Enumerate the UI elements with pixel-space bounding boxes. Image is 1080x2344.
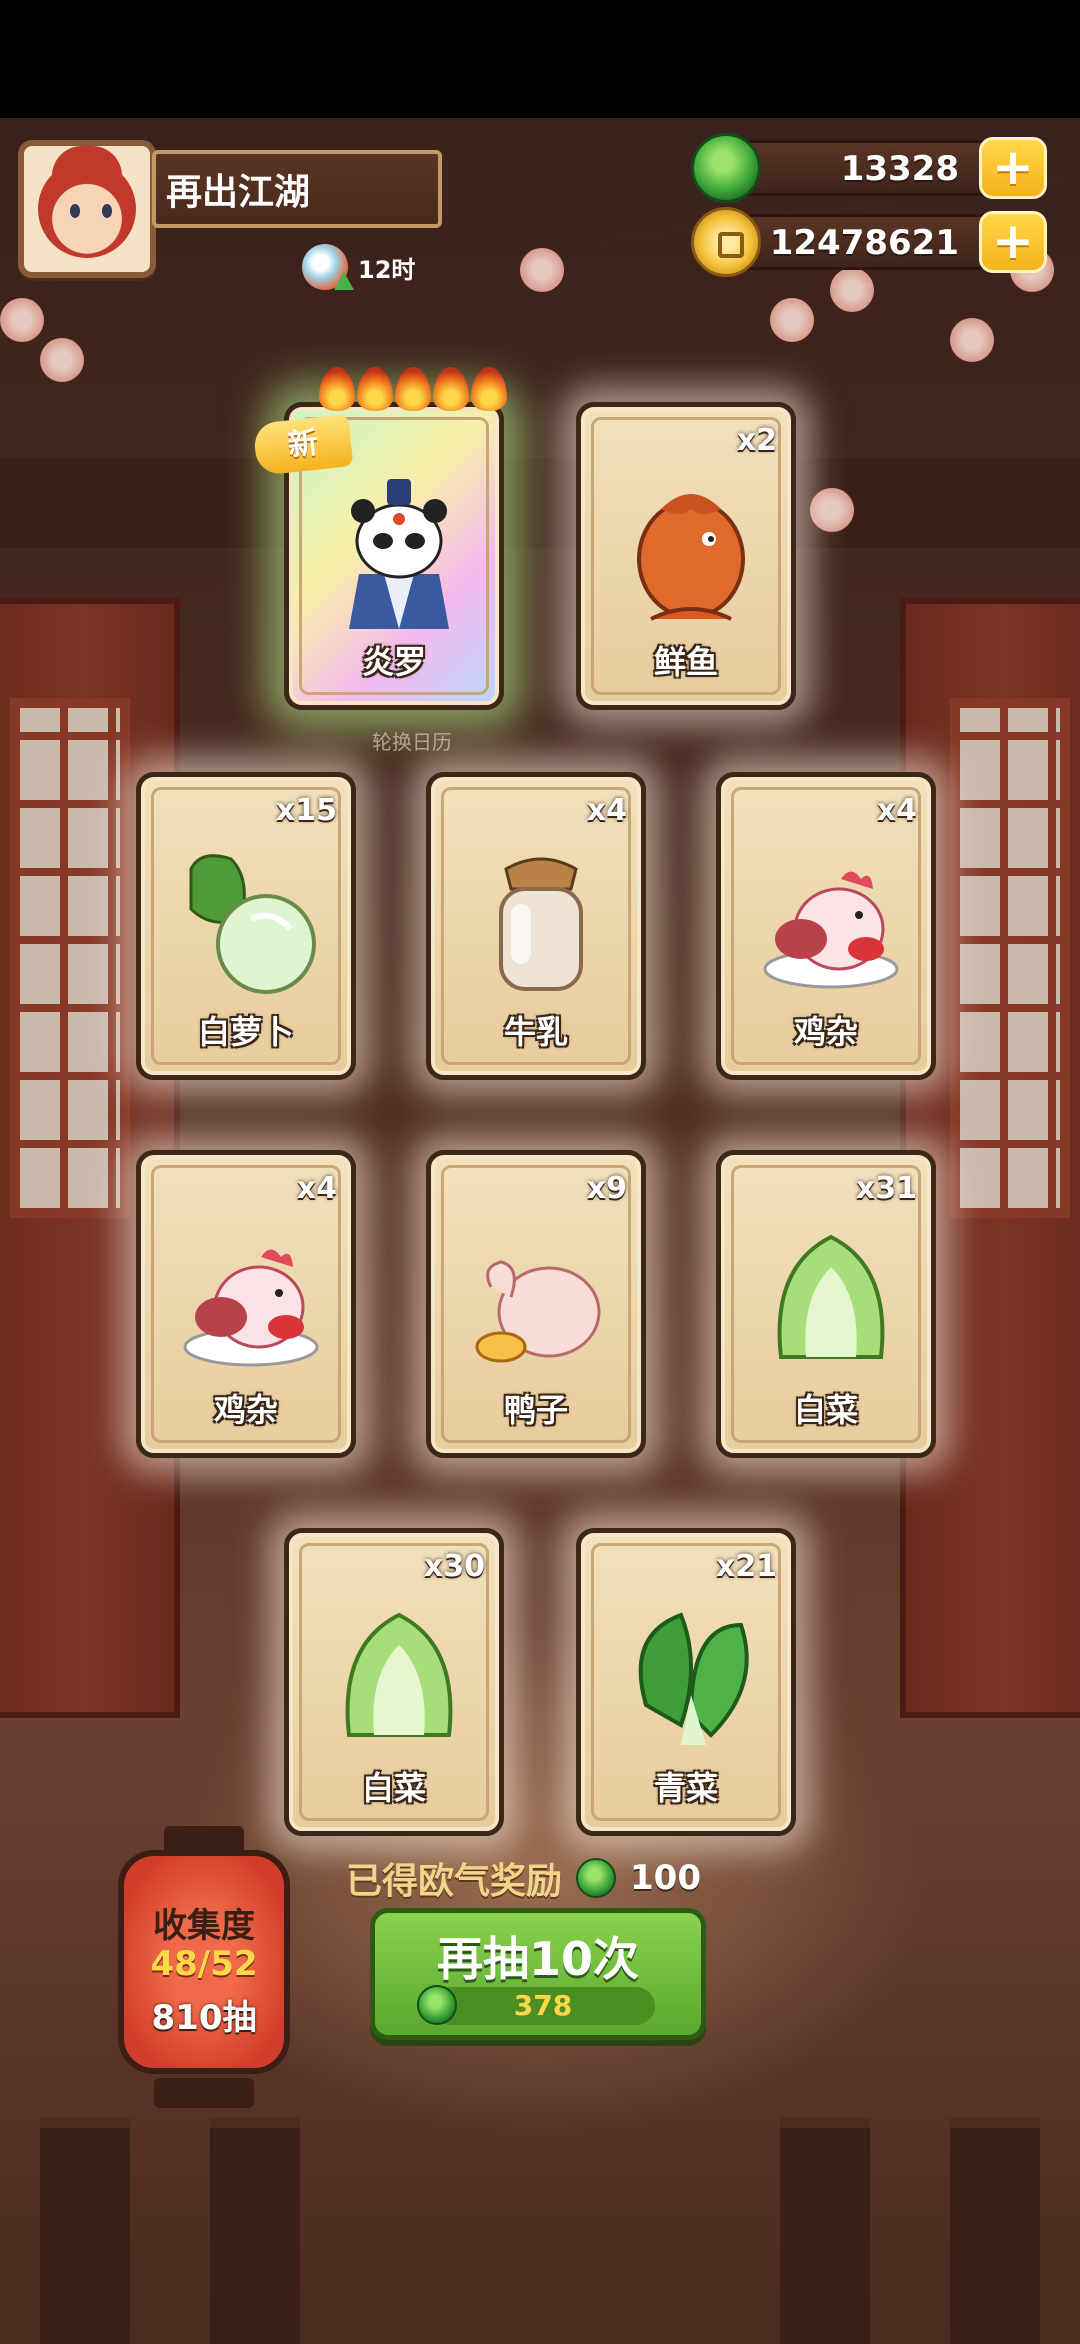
card-name: 鸡杂	[213, 1391, 278, 1429]
card-special[interactable]: 新 炎罗	[252, 367, 507, 710]
player-avatar[interactable]	[18, 140, 156, 278]
railing-post	[780, 2118, 870, 2344]
draw-again-label: 再抽10次	[436, 1932, 639, 1986]
card-cabbage[interactable]: x30 白菜	[284, 1528, 504, 1836]
status-bar	[0, 0, 1080, 118]
jade-amount: 13328	[840, 149, 959, 189]
add-jade-button[interactable]: +	[979, 137, 1047, 199]
blossom-decoration	[0, 298, 44, 342]
card-duck[interactable]: x9 鸭子	[426, 1150, 646, 1458]
card-cabbage[interactable]: x31 白菜	[716, 1150, 936, 1458]
window-lattice-right	[950, 698, 1070, 1218]
coin-icon	[691, 207, 761, 277]
railing-post	[950, 2118, 1040, 2344]
card-count: x15	[275, 793, 337, 828]
card-name: 青菜	[653, 1769, 718, 1807]
timer-text: 12时	[358, 255, 416, 284]
card-count: x31	[855, 1171, 917, 1206]
card-name: 白菜	[361, 1769, 426, 1807]
collection-title: 收集度	[153, 1906, 255, 1946]
card-chicken-giblets[interactable]: x4 鸡杂	[136, 1150, 356, 1458]
fish-art	[637, 494, 745, 621]
draw-again-button[interactable]: 再抽10次 378	[370, 1908, 706, 2040]
coin-currency-bar: 12478621 +	[691, 207, 1047, 277]
card-name: 鸡杂	[793, 1013, 858, 1051]
card-count: x9	[586, 1171, 627, 1206]
radish-art	[189, 854, 316, 994]
card-name: 白萝卜	[197, 1013, 294, 1051]
collection-lantern[interactable]: 收集度 48/52 810抽	[118, 1826, 290, 2108]
avatar-eye	[102, 204, 112, 218]
coin-amount: 12478621	[769, 223, 959, 263]
timer-boost-icon	[302, 244, 354, 290]
rarity-flames	[319, 367, 507, 411]
cabbage-art	[345, 1612, 453, 1737]
card-count: x21	[715, 1549, 777, 1584]
jade-currency-bar: 13328 +	[691, 133, 1047, 203]
flame-icon	[471, 367, 507, 411]
flame-icon	[357, 367, 393, 411]
card-count: x4	[586, 793, 627, 828]
draw-cost-amount: 378	[513, 1989, 573, 2022]
card-name: 鲜鱼	[653, 643, 718, 681]
duck-art	[475, 1260, 601, 1363]
card-count: x4	[876, 793, 917, 828]
rotation-calendar-label: 轮换日历	[372, 730, 452, 754]
collection-progress: 48/52	[150, 1944, 258, 1984]
avatar-eye	[70, 204, 80, 218]
luck-reward-line: 已得欧气奖励 100	[346, 1852, 701, 1904]
railing-post	[210, 2118, 300, 2344]
blossom-decoration	[520, 248, 564, 292]
card-chicken-giblets[interactable]: x4 鸡杂	[716, 772, 936, 1080]
jade-icon	[576, 1858, 617, 1898]
draw-cost: 378	[417, 1985, 655, 2025]
chicken-art	[763, 871, 899, 989]
card-name: 牛乳	[503, 1013, 568, 1051]
card-count: x2	[736, 423, 777, 458]
new-badge: 新	[252, 414, 354, 476]
chicken-art	[183, 1249, 319, 1367]
luck-reward-label: 已得欧气奖励	[346, 1861, 563, 1902]
card-name: 炎罗	[361, 643, 426, 681]
add-coin-button[interactable]: +	[979, 211, 1047, 273]
card-fish[interactable]: x2 鲜鱼	[576, 402, 796, 710]
card-name: 鸭子	[503, 1391, 568, 1429]
jade-icon	[691, 133, 761, 203]
blossom-decoration	[950, 318, 994, 362]
blossom-decoration	[40, 338, 84, 382]
timer[interactable]: 12时	[302, 244, 415, 290]
card-bokchoy[interactable]: x21 青菜	[576, 1528, 796, 1836]
card-count: x4	[296, 1171, 337, 1206]
bokchoy-art	[638, 1612, 749, 1745]
milk-jar-art	[499, 857, 583, 991]
collection-draws: 810抽	[151, 1998, 257, 2038]
blossom-decoration	[830, 268, 874, 312]
background-beam	[0, 458, 1080, 548]
flame-icon	[395, 367, 431, 411]
window-lattice-left	[10, 698, 130, 1218]
blossom-decoration	[770, 298, 814, 342]
panda-hero-art	[349, 479, 449, 629]
blossom-decoration	[810, 488, 854, 532]
luck-reward-value: 100	[630, 1858, 701, 1898]
avatar-hat	[52, 146, 122, 182]
cabbage-art	[777, 1234, 885, 1359]
flame-icon	[319, 367, 355, 411]
flame-icon	[433, 367, 469, 411]
card-radish[interactable]: x15 白萝卜	[136, 772, 356, 1080]
railing-post	[40, 2118, 130, 2344]
player-name[interactable]: 再出江湖	[152, 150, 442, 228]
card-count: x30	[423, 1549, 485, 1584]
card-milk[interactable]: x4 牛乳	[426, 772, 646, 1080]
card-name: 白菜	[793, 1391, 858, 1429]
